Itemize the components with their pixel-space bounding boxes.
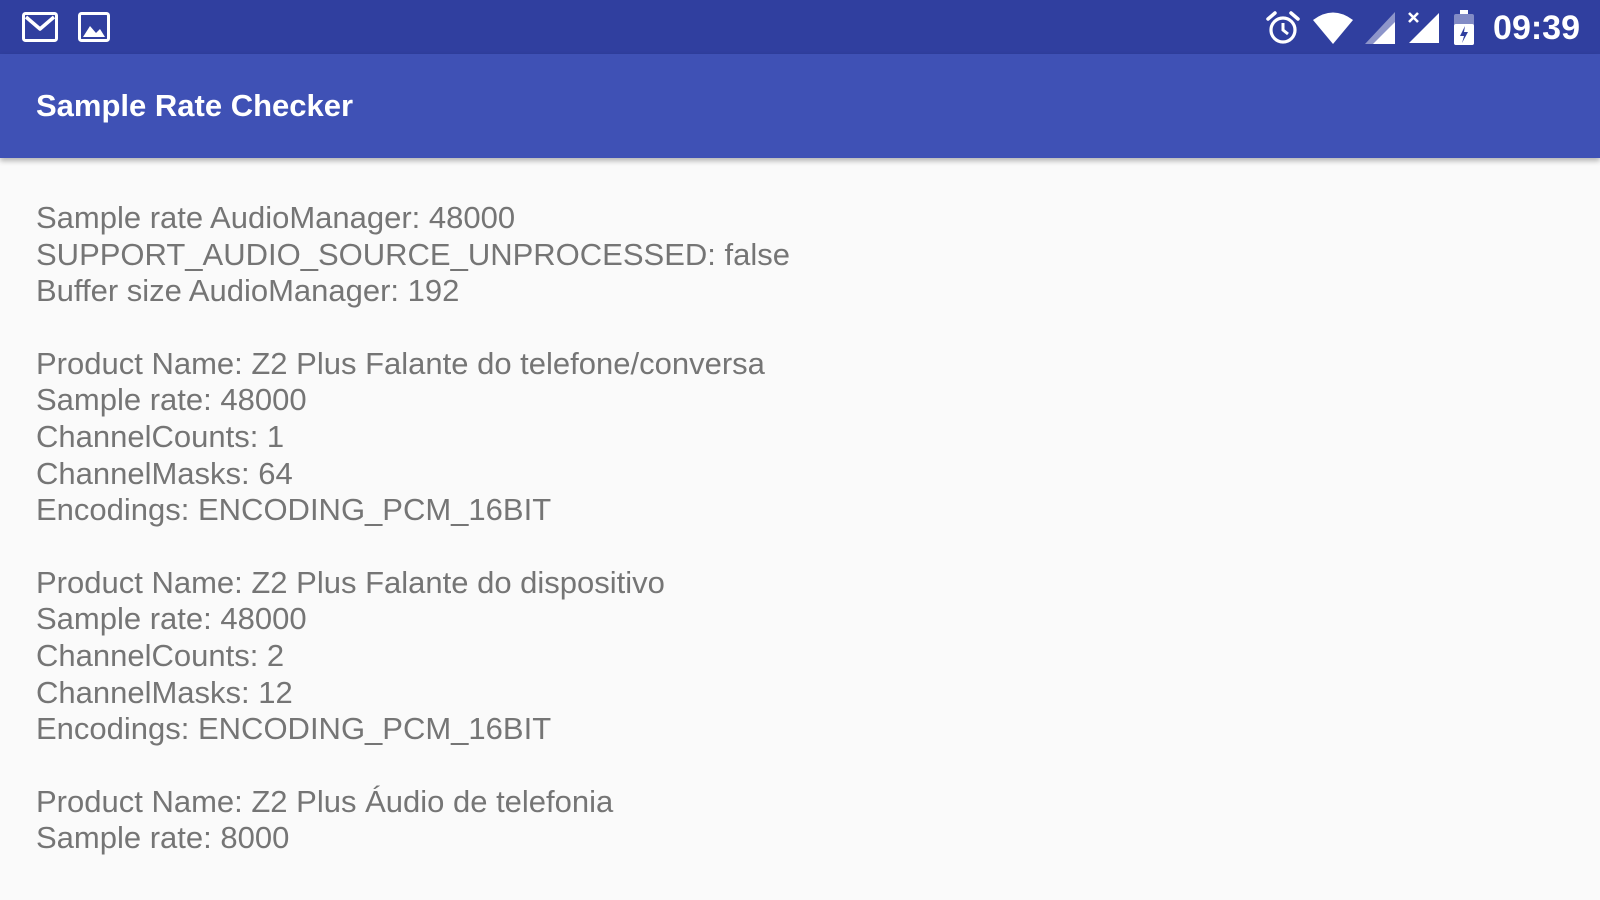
wifi-icon bbox=[1313, 11, 1354, 45]
encodings: Encodings: ENCODING_PCM_16BIT bbox=[36, 711, 552, 747]
sample-rate: Sample rate: 48000 bbox=[36, 382, 307, 418]
status-bar-system: 09:39 bbox=[1265, 8, 1580, 48]
battery-icon bbox=[1453, 10, 1475, 46]
status-bar-notifications bbox=[22, 12, 110, 42]
signal-icon bbox=[1365, 12, 1396, 44]
app-title: Sample Rate Checker bbox=[36, 88, 354, 123]
app-bar: Sample Rate Checker bbox=[0, 54, 1600, 158]
audio-manager-info: Sample rate AudioManager: 48000 SUPPORT_… bbox=[36, 200, 1536, 310]
channel-masks: ChannelMasks: 64 bbox=[36, 455, 293, 491]
device-info-block: Product Name: Z2 Plus Falante do disposi… bbox=[36, 565, 1536, 748]
channel-masks: ChannelMasks: 12 bbox=[36, 674, 293, 710]
device-info-block: Product Name: Z2 Plus Áudio de telefonia… bbox=[36, 784, 1536, 857]
channel-counts: ChannelCounts: 2 bbox=[36, 637, 285, 673]
product-name: Product Name: Z2 Plus Falante do telefon… bbox=[36, 345, 765, 381]
gallery-icon bbox=[78, 12, 110, 42]
sample-rate: Sample rate: 8000 bbox=[36, 820, 290, 856]
info-line: Sample rate AudioManager: 48000 bbox=[36, 200, 516, 235]
sample-rate: Sample rate: 48000 bbox=[36, 601, 307, 637]
content-area: Sample rate AudioManager: 48000 SUPPORT_… bbox=[36, 200, 1536, 893]
encodings: Encodings: ENCODING_PCM_16BIT bbox=[36, 492, 552, 528]
channel-counts: ChannelCounts: 1 bbox=[36, 418, 285, 454]
product-name: Product Name: Z2 Plus Falante do disposi… bbox=[36, 564, 665, 600]
info-line: SUPPORT_AUDIO_SOURCE_UNPROCESSED: false bbox=[36, 236, 790, 272]
gmail-icon bbox=[22, 12, 58, 42]
info-line: Buffer size AudioManager: 192 bbox=[36, 273, 460, 309]
device-info-block: Product Name: Z2 Plus Falante do telefon… bbox=[36, 346, 1536, 529]
signal-no-service-icon bbox=[1407, 11, 1441, 45]
status-bar: 09:39 bbox=[0, 0, 1600, 54]
product-name: Product Name: Z2 Plus Áudio de telefonia bbox=[36, 783, 614, 819]
status-time: 09:39 bbox=[1493, 8, 1580, 47]
alarm-icon bbox=[1265, 10, 1301, 46]
